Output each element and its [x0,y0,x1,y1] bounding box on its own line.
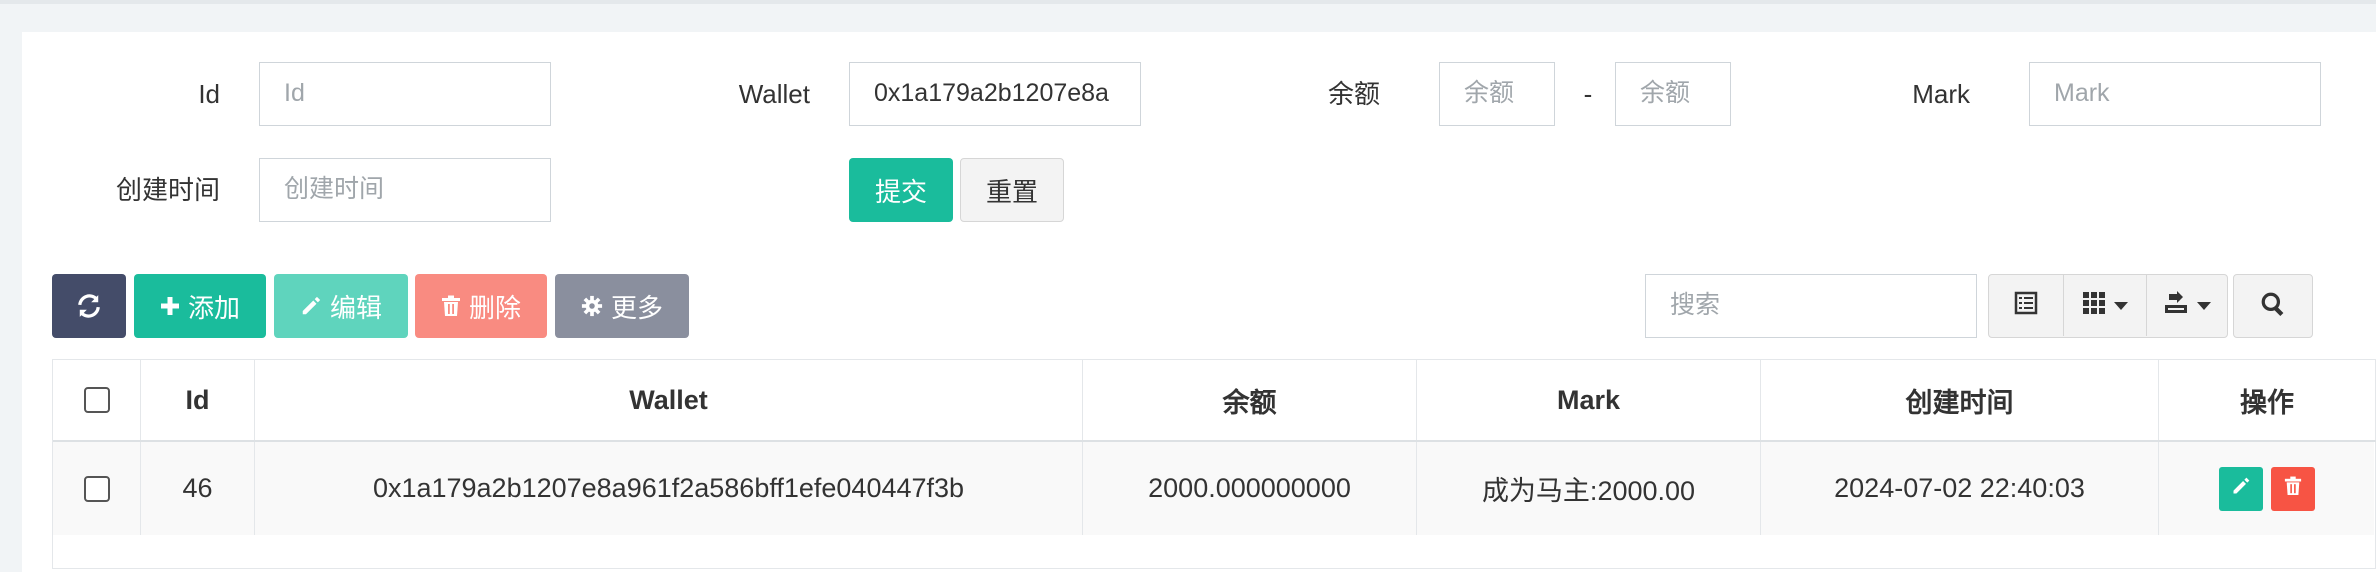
plus-icon [160,296,180,316]
cell-balance: 2000.000000000 [1083,442,1417,535]
created-input[interactable]: 创建时间 [259,158,551,222]
wallet-label: Wallet [738,79,810,109]
table-row[interactable]: 46 0x1a179a2b1207e8a961f2a586bff1efe0404… [53,442,2374,535]
more-button[interactable]: 更多 [555,274,689,338]
gear-icon [581,295,603,317]
created-label: 创建时间 [115,175,220,205]
mark-placeholder: Mark [2054,79,2110,107]
trash-icon [441,295,461,317]
reset-button[interactable]: 重置 [960,158,1064,222]
row-select-cell [53,442,141,535]
reset-label: 重置 [985,176,1038,207]
id-placeholder: Id [284,79,305,107]
search-icon [2260,291,2286,322]
refresh-icon [76,293,102,319]
add-button[interactable]: 添加 [134,274,266,338]
cell-mark: 成为马主:2000.00 [1417,442,1761,535]
balance-min-input[interactable]: 余额 [1439,62,1555,126]
cell-wallet: 0x1a179a2b1207e8a961f2a586bff1efe040447f… [255,442,1083,535]
pencil-icon [2231,476,2251,501]
select-all-checkbox[interactable] [83,387,110,413]
view-toggle-group [1988,274,2228,338]
refresh-button[interactable] [52,274,126,338]
more-label: 更多 [610,292,663,323]
delete-label: 删除 [468,292,521,323]
column-header-actions: 操作 [2240,387,2294,418]
row-edit-button[interactable] [2219,466,2263,511]
table-search-input[interactable]: 搜索 [1645,274,1977,338]
list-icon [2014,291,2038,320]
mark-label: Mark [1912,79,1970,109]
balance-min-placeholder: 余额 [1464,79,1515,107]
export-icon [2163,291,2189,320]
edit-button[interactable]: 编辑 [274,274,408,338]
id-input[interactable]: Id [259,62,551,126]
column-header-wallet[interactable]: Wallet [255,360,1083,440]
wallet-input[interactable]: 0x1a179a2b1207e8a [849,62,1141,126]
balance-label: 余额 [1327,79,1380,109]
table-header: Id Wallet 余额 Mark 创建时间 操作 [53,360,2376,442]
wallet-value: 0x1a179a2b1207e8a [874,79,1109,107]
edit-label: 编辑 [329,292,382,323]
data-table: Id Wallet 余额 Mark 创建时间 操作 46 0x1a179a2b1… [52,359,2376,569]
row-checkbox[interactable] [83,475,110,502]
top-strip [0,0,2376,4]
column-header-mark[interactable]: Mark [1417,360,1761,440]
cell-created: 2024-07-02 22:40:03 [1761,442,2159,535]
mark-input[interactable]: Mark [2029,62,2321,126]
column-header-created[interactable]: 创建时间 [1761,360,2159,440]
header-select-cell [53,360,141,440]
balance-max-input[interactable]: 余额 [1615,62,1731,126]
cell-actions [2159,442,2375,535]
caret-down-icon [2114,297,2128,315]
delete-button[interactable]: 删除 [415,274,547,338]
grid-icon [2082,291,2106,320]
card-view-button[interactable] [1989,275,2064,336]
caret-down-icon [2196,297,2211,315]
id-label: Id [198,79,220,109]
export-dropdown-button[interactable] [2147,275,2226,336]
column-header-balance[interactable]: 余额 [1083,360,1417,440]
submit-button[interactable]: 提交 [849,158,953,222]
row-delete-button[interactable] [2271,466,2315,511]
main-panel: Id Id Wallet 0x1a179a2b1207e8a 余额 余额 - 余… [22,32,2376,572]
balance-range-separator: - [1583,79,1593,109]
columns-dropdown-button[interactable] [2064,275,2147,336]
balance-max-placeholder: 余额 [1640,79,1691,107]
column-header-id[interactable]: Id [141,360,255,440]
cell-id: 46 [141,442,255,535]
trash-icon [2284,476,2302,501]
advanced-search-button[interactable] [2233,274,2313,338]
submit-label: 提交 [874,176,927,207]
table-search-placeholder: 搜索 [1670,291,1721,319]
pencil-icon [300,295,322,317]
created-placeholder: 创建时间 [284,175,385,203]
add-label: 添加 [187,292,240,323]
